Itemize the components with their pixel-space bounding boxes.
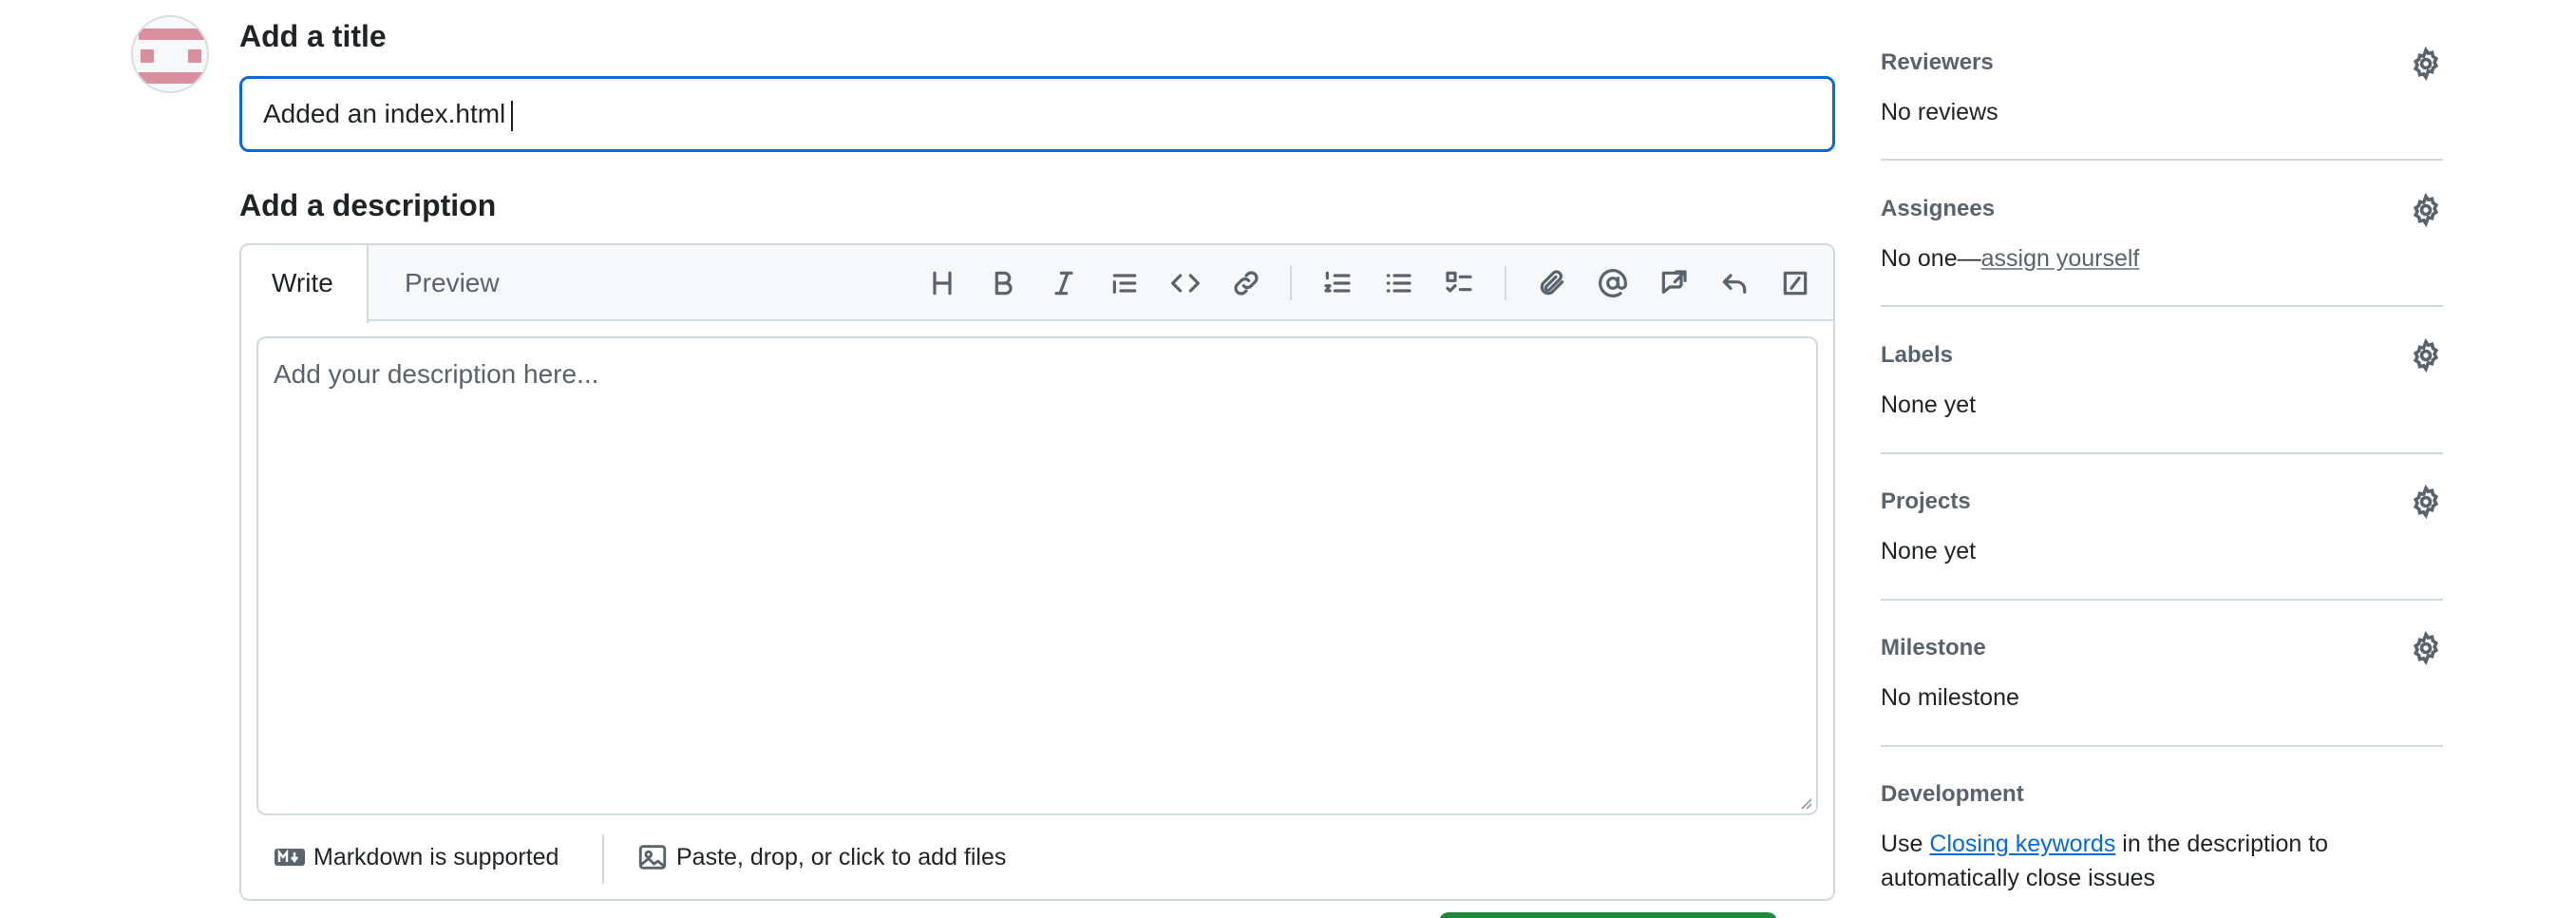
closing-keywords-link[interactable]: Closing keywords: [1929, 831, 2115, 857]
reviewers-value: No reviews: [1881, 99, 1998, 125]
title-input[interactable]: Added an index.html: [239, 76, 1835, 152]
gear-icon[interactable]: [2409, 630, 2443, 666]
editor-footer: Markdown is supported Paste, drop, or cl…: [256, 829, 1818, 886]
attach-icon[interactable]: [1531, 262, 1573, 304]
description-placeholder: Add your description here...: [274, 359, 599, 389]
development-text-prefix: Use: [1881, 831, 1930, 857]
gear-icon[interactable]: [2409, 46, 2443, 82]
editor-toolbar: Write Preview: [241, 245, 1833, 323]
quote-icon[interactable]: [1104, 262, 1146, 304]
markdown-note: Markdown is supported: [313, 843, 559, 870]
gear-icon[interactable]: [2409, 337, 2443, 373]
slash-command-icon[interactable]: [1774, 262, 1816, 304]
development-title: Development: [1881, 781, 2024, 807]
assignees-value: No one—assign yourself: [1881, 241, 2139, 276]
tab-preview[interactable]: Preview: [374, 245, 530, 321]
reply-icon[interactable]: [1714, 262, 1755, 304]
development-text-suffix: in the description to: [2115, 831, 2329, 857]
toolbar-divider: [1505, 266, 1506, 300]
milestone-title[interactable]: Milestone: [1881, 635, 1986, 661]
sidebar-divider: [1881, 159, 2443, 161]
files-note: Paste, drop, or click to add files: [676, 843, 1007, 870]
reference-icon[interactable]: [1653, 262, 1695, 304]
gear-icon[interactable]: [2409, 192, 2443, 228]
sidebar-divider: [1881, 745, 2443, 747]
sidebar-divider: [1881, 305, 2443, 307]
resize-handle-icon[interactable]: [1799, 796, 1812, 810]
avatar[interactable]: [131, 15, 209, 93]
link-icon[interactable]: [1225, 262, 1267, 304]
sidebar-divider: [1881, 599, 2443, 601]
heading-icon[interactable]: [921, 262, 963, 304]
description-textarea[interactable]: Add your description here...: [256, 336, 1818, 815]
ordered-list-icon[interactable]: [1316, 262, 1358, 304]
create-pull-request-button[interactable]: [1439, 912, 1777, 918]
assignees-title[interactable]: Assignees: [1881, 196, 1995, 222]
add-files-button[interactable]: Paste, drop, or click to add files: [636, 829, 1006, 886]
footer-divider: [602, 834, 604, 884]
projects-value: None yet: [1881, 538, 1977, 564]
sidebar-divider: [1881, 452, 2443, 454]
assign-yourself-link[interactable]: assign yourself: [1981, 245, 2140, 272]
tab-write[interactable]: Write: [241, 245, 369, 323]
task-list-icon[interactable]: [1438, 262, 1480, 304]
description-editor: Write Preview Add your description here.…: [239, 243, 1835, 901]
development-text: Use Closing keywords in the description …: [1881, 827, 2328, 895]
text-caret: [511, 100, 514, 131]
page: Add a title Added an index.html Add a de…: [0, 0, 2576, 918]
reviewers-title[interactable]: Reviewers: [1881, 49, 1994, 76]
mention-icon[interactable]: [1592, 262, 1634, 304]
description-heading: Add a description: [239, 188, 497, 222]
projects-title[interactable]: Projects: [1881, 488, 1971, 515]
bold-icon[interactable]: [982, 262, 1024, 304]
labels-value: None yet: [1881, 392, 1977, 418]
milestone-value: No milestone: [1881, 684, 2019, 711]
italic-icon[interactable]: [1043, 262, 1085, 304]
toolbar-divider: [1290, 266, 1292, 300]
unordered-list-icon[interactable]: [1377, 262, 1419, 304]
image-icon: [638, 845, 667, 870]
title-heading: Add a title: [239, 19, 387, 53]
code-icon[interactable]: [1165, 262, 1206, 304]
assignees-none: No one—: [1881, 245, 1981, 272]
markdown-icon: [275, 849, 305, 866]
labels-title[interactable]: Labels: [1881, 342, 1953, 369]
markdown-support-link[interactable]: Markdown is supported: [274, 829, 559, 886]
title-input-value: Added an index.html: [263, 99, 506, 128]
development-text-line2: automatically close issues: [1881, 865, 2156, 891]
gear-icon[interactable]: [2409, 484, 2443, 520]
